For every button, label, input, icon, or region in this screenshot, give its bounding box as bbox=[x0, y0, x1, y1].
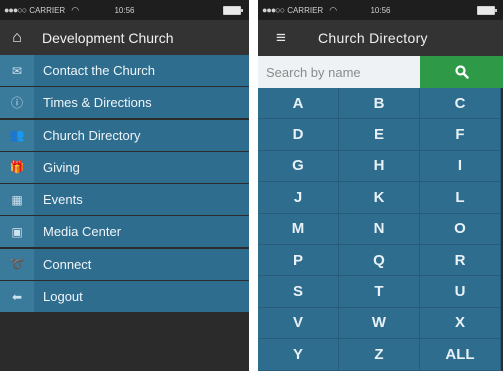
menu-item-logout[interactable]: ⬅ Logout bbox=[0, 281, 249, 313]
menu-item-label: Times & Directions bbox=[43, 95, 152, 111]
carrier-label: CARRIER bbox=[29, 5, 66, 15]
menu-item-label: Media Center bbox=[43, 224, 122, 240]
connect-icon: ➰ bbox=[0, 248, 34, 280]
letter-button-m[interactable]: M bbox=[258, 213, 339, 245]
letter-button-j[interactable]: J bbox=[258, 182, 339, 214]
battery-icon bbox=[223, 6, 243, 15]
status-bar: ●●●○○ CARRIER ◠ 10:56 bbox=[258, 0, 503, 20]
search-row bbox=[258, 56, 503, 88]
status-time: 10:56 bbox=[370, 5, 391, 15]
letter-button-v[interactable]: V bbox=[258, 307, 339, 340]
letter-button-g[interactable]: G bbox=[258, 150, 339, 183]
envelope-icon: ✉ bbox=[0, 55, 34, 86]
side-menu: ✉ Contact the Church ⓘ Times & Directions 👥 C… bbox=[0, 55, 249, 313]
letter-button-o[interactable]: O bbox=[420, 213, 501, 245]
letter-button-e[interactable]: E bbox=[339, 119, 420, 151]
image-icon: ▣ bbox=[0, 216, 34, 248]
menu-item-label: Giving bbox=[43, 159, 80, 175]
menu-item-label: Connect bbox=[43, 256, 92, 272]
letter-button-c[interactable]: C bbox=[420, 88, 501, 120]
menu-item-connect[interactable]: ➰ Connect bbox=[0, 248, 249, 280]
letter-button-f[interactable]: F bbox=[420, 119, 501, 151]
calendar-icon: ▦ bbox=[0, 184, 34, 216]
letter-button-p[interactable]: P bbox=[258, 244, 339, 277]
letter-button-d[interactable]: D bbox=[258, 119, 339, 151]
letter-button-x[interactable]: X bbox=[420, 307, 501, 340]
letter-button-l[interactable]: L bbox=[420, 182, 501, 214]
right-phone-screen: ●●●○○ CARRIER ◠ 10:56 ≡ Church Directory… bbox=[258, 0, 503, 371]
letter-button-y[interactable]: Y bbox=[258, 339, 339, 371]
letter-button-i[interactable]: I bbox=[420, 150, 501, 183]
carrier-label: CARRIER bbox=[287, 5, 324, 15]
letter-button-h[interactable]: H bbox=[339, 150, 420, 183]
menu-item-giving[interactable]: 🎁 Giving bbox=[0, 151, 249, 183]
battery-icon bbox=[477, 6, 497, 15]
search-icon bbox=[454, 65, 469, 79]
directory-header: ≡ Church Directory bbox=[258, 20, 503, 56]
menu-item-label: Church Directory bbox=[43, 127, 141, 143]
search-input[interactable] bbox=[258, 56, 420, 88]
letter-button-k[interactable]: K bbox=[339, 182, 420, 214]
gift-icon: 🎁 bbox=[0, 151, 34, 183]
menu-item-media-center[interactable]: ▣ Media Center bbox=[0, 216, 249, 248]
app-title: Development Church bbox=[42, 29, 174, 46]
status-bar: ●●●○○ CARRIER ◠ 10:56 bbox=[0, 0, 249, 20]
letter-button-b[interactable]: B bbox=[339, 88, 420, 120]
directory-title: Church Directory bbox=[318, 30, 428, 46]
menu-item-label: Contact the Church bbox=[43, 63, 156, 78]
menu-item-church-directory[interactable]: 👥 Church Directory bbox=[0, 119, 249, 151]
wifi-icon: ◠ bbox=[329, 4, 338, 15]
letter-button-w[interactable]: W bbox=[339, 307, 420, 340]
menu-item-times-directions[interactable]: ⓘ Times & Directions bbox=[0, 87, 249, 119]
letter-button-n[interactable]: N bbox=[339, 213, 420, 245]
info-icon: ⓘ bbox=[0, 87, 34, 119]
signal-icon: ●●●○○ bbox=[262, 5, 285, 15]
letter-button-q[interactable]: Q bbox=[339, 244, 420, 277]
menu-item-contact-the-church[interactable]: ✉ Contact the Church bbox=[0, 55, 249, 86]
letter-button-r[interactable]: R bbox=[420, 244, 501, 277]
letter-button-z[interactable]: Z bbox=[339, 339, 420, 371]
search-button[interactable] bbox=[420, 56, 503, 88]
home-icon[interactable]: ⌂ bbox=[0, 20, 34, 55]
letter-grid: A B C D E F G H I J K L M N O P Q R S T U V W X Y Z ALL bbox=[258, 88, 503, 371]
letter-button-s[interactable]: S bbox=[258, 276, 339, 308]
app-header: ⌂ Development Church bbox=[0, 20, 249, 55]
menu-item-label: Logout bbox=[43, 289, 83, 305]
menu-item-events[interactable]: ▦ Events bbox=[0, 184, 249, 216]
letter-button-a[interactable]: A bbox=[258, 88, 339, 120]
people-icon: 👥 bbox=[0, 119, 34, 151]
letter-button-t[interactable]: T bbox=[339, 276, 420, 308]
arrow-left-icon: ⬅ bbox=[0, 281, 34, 313]
left-phone-screen: ●●●○○ CARRIER ◠ 10:56 ⌂ Development Chur… bbox=[0, 0, 249, 371]
letter-button-u[interactable]: U bbox=[420, 276, 501, 308]
signal-icon: ●●●○○ bbox=[4, 5, 27, 15]
menu-item-label: Events bbox=[43, 192, 83, 208]
letter-button-all[interactable]: ALL bbox=[420, 339, 501, 371]
status-time: 10:56 bbox=[114, 5, 135, 15]
hamburger-icon[interactable]: ≡ bbox=[268, 28, 294, 48]
wifi-icon: ◠ bbox=[71, 4, 80, 15]
